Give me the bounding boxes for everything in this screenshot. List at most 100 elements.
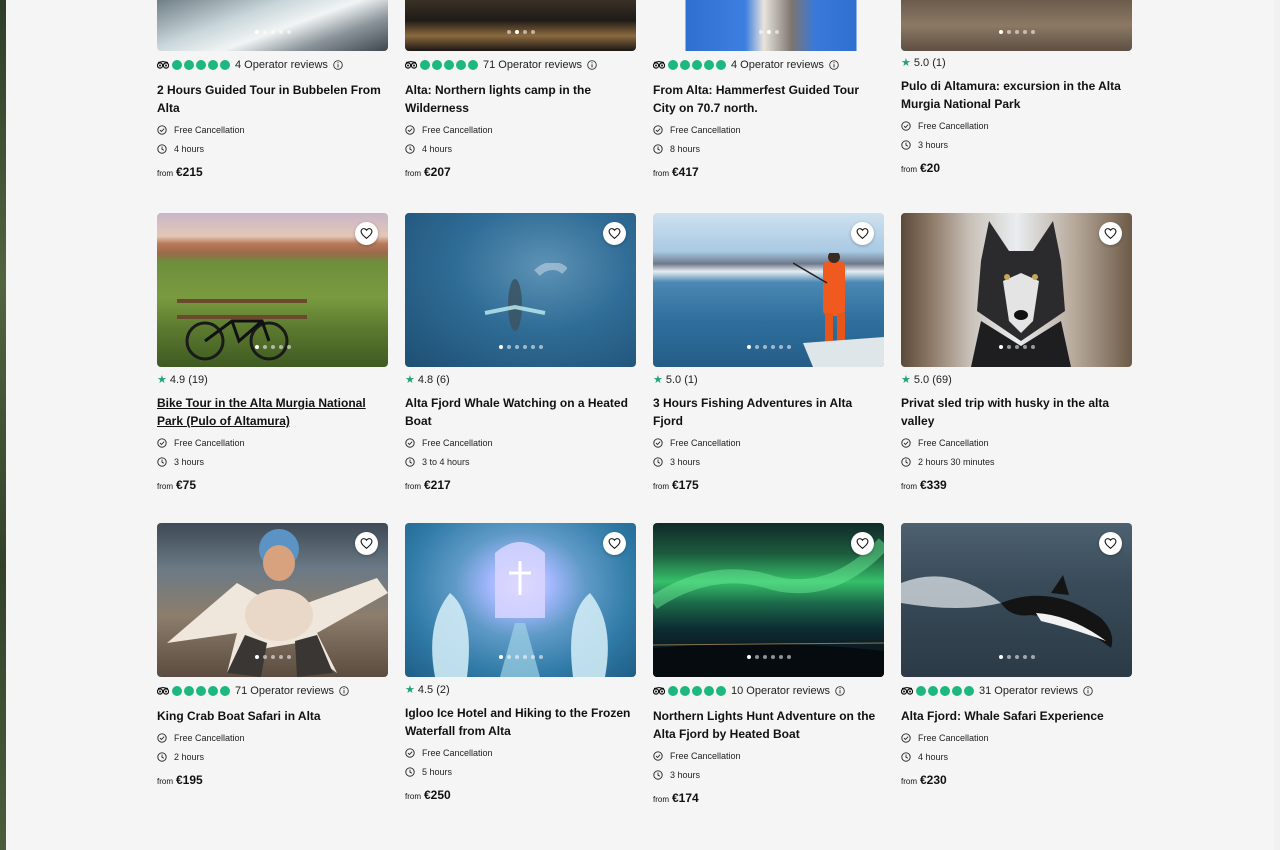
image-carousel-dots[interactable] (254, 655, 291, 659)
rating-text: 71 Operator reviews (235, 685, 335, 697)
favorite-button[interactable] (851, 532, 874, 555)
image-carousel-dots[interactable] (998, 655, 1035, 659)
price: from €250 (405, 788, 451, 802)
free-cancellation: Free Cancellation (901, 437, 1132, 449)
clock-icon (653, 457, 663, 467)
clock-icon (157, 144, 167, 154)
favorite-button[interactable] (1099, 532, 1122, 555)
favorite-button[interactable] (851, 222, 874, 245)
activity-card[interactable]: ★ 5.0 (69) Privat sled trip with husky i… (901, 213, 1132, 492)
activity-title[interactable]: Bike Tour in the Alta Murgia National Pa… (157, 394, 388, 430)
rating-bubbles (420, 60, 478, 70)
heart-icon (360, 228, 373, 240)
check-circle-icon (901, 121, 911, 131)
rating-text: 4.8 (6) (417, 374, 450, 386)
info-icon[interactable] (829, 60, 839, 70)
rating: ★ 5.0 (1) (653, 373, 884, 387)
rating: 4 Operator reviews (157, 58, 388, 72)
image-carousel-dots[interactable] (746, 345, 791, 349)
activity-title[interactable]: 2 Hours Guided Tour in Bubbelen From Alt… (157, 81, 388, 117)
activity-image[interactable] (653, 213, 884, 367)
activity-title[interactable]: Alta: Northern lights camp in the Wilder… (405, 81, 636, 117)
favorite-button[interactable] (603, 532, 626, 555)
activity-title[interactable]: Northern Lights Hunt Adventure on the Al… (653, 707, 884, 743)
activity-card[interactable]: 71 Operator reviews Alta: Northern light… (405, 0, 636, 179)
price: from €217 (405, 478, 451, 492)
duration: 4 hours (405, 143, 636, 155)
activity-card[interactable]: 10 Operator reviews Northern Lights Hunt… (653, 523, 884, 805)
check-circle-icon (901, 438, 911, 448)
activity-card[interactable]: ★ 5.0 (1) 3 Hours Fishing Adventures in … (653, 213, 884, 492)
free-cancellation: Free Cancellation (653, 124, 884, 136)
activity-image[interactable] (405, 523, 636, 677)
image-carousel-dots[interactable] (498, 655, 543, 659)
activity-card[interactable]: 71 Operator reviews King Crab Boat Safar… (157, 523, 388, 787)
heart-icon (608, 538, 621, 550)
activity-image[interactable] (157, 0, 388, 51)
rating-text: 5.0 (1) (913, 57, 946, 69)
heart-icon (1104, 538, 1117, 550)
rating-text: 31 Operator reviews (979, 685, 1079, 697)
image-carousel-dots[interactable] (506, 30, 535, 34)
image-carousel-dots[interactable] (746, 655, 791, 659)
info-icon[interactable] (339, 686, 349, 696)
favorite-button[interactable] (355, 532, 378, 555)
activity-card[interactable]: 4 Operator reviews 2 Hours Guided Tour i… (157, 0, 388, 179)
activity-card[interactable]: ★ 4.9 (19) Bike Tour in the Alta Murgia … (157, 213, 388, 492)
star-icon: ★ (405, 373, 415, 386)
rating-text: 5.0 (69) (913, 374, 952, 386)
activity-card[interactable]: ★ 5.0 (1) Pulo di Altamura: excursion in… (901, 0, 1132, 175)
image-carousel-dots[interactable] (998, 30, 1035, 34)
image-carousel-dots[interactable] (498, 345, 543, 349)
activity-title[interactable]: Alta Fjord: Whale Safari Experience (901, 707, 1132, 725)
activity-title[interactable]: Igloo Ice Hotel and Hiking to the Frozen… (405, 704, 636, 740)
bicycle-illustration (177, 299, 307, 361)
rating: ★ 5.0 (69) (901, 373, 1132, 387)
activity-image[interactable] (157, 523, 388, 677)
rating-bubbles (668, 686, 726, 696)
favorite-button[interactable] (603, 222, 626, 245)
activity-title[interactable]: King Crab Boat Safari in Alta (157, 707, 388, 725)
activity-image[interactable] (405, 0, 636, 51)
info-icon[interactable] (1083, 686, 1093, 696)
activity-card[interactable]: 4 Operator reviews From Alta: Hammerfest… (653, 0, 884, 179)
activity-title[interactable]: Alta Fjord Whale Watching on a Heated Bo… (405, 394, 636, 430)
favorite-button[interactable] (1099, 222, 1122, 245)
clock-icon (901, 140, 911, 150)
activity-title[interactable]: Pulo di Altamura: excursion in the Alta … (901, 77, 1132, 113)
free-cancellation: Free Cancellation (653, 750, 884, 762)
rating: 31 Operator reviews (901, 684, 1132, 698)
activity-card[interactable]: 31 Operator reviews Alta Fjord: Whale Sa… (901, 523, 1132, 787)
activity-image[interactable] (653, 523, 884, 677)
image-carousel-dots[interactable] (998, 345, 1035, 349)
image-carousel-dots[interactable] (254, 345, 291, 349)
check-circle-icon (157, 125, 167, 135)
info-icon[interactable] (333, 60, 343, 70)
check-circle-icon (653, 751, 663, 761)
free-cancellation: Free Cancellation (405, 124, 636, 136)
activity-image[interactable] (653, 0, 884, 51)
background-edge-right (1274, 0, 1280, 850)
rating: ★ 5.0 (1) (901, 56, 1132, 70)
activity-title[interactable]: From Alta: Hammerfest Guided Tour City o… (653, 81, 884, 117)
activity-image[interactable] (157, 213, 388, 367)
info-icon[interactable] (835, 686, 845, 696)
activity-title[interactable]: 3 Hours Fishing Adventures in Alta Fjord (653, 394, 884, 430)
price: from €75 (157, 478, 197, 492)
price: from €195 (157, 773, 203, 787)
favorite-button[interactable] (355, 222, 378, 245)
activity-image[interactable] (405, 213, 636, 367)
duration: 3 hours (653, 456, 884, 468)
activity-title[interactable]: Privat sled trip with husky in the alta … (901, 394, 1132, 430)
rating-text: 5.0 (1) (665, 374, 698, 386)
rating: ★ 4.5 (2) (405, 683, 636, 697)
activity-results-grid: 4 Operator reviews 2 Hours Guided Tour i… (6, 0, 1274, 850)
activity-image[interactable] (901, 523, 1132, 677)
activity-card[interactable]: ★ 4.5 (2) Igloo Ice Hotel and Hiking to … (405, 523, 636, 802)
activity-card[interactable]: ★ 4.8 (6) Alta Fjord Whale Watching on a… (405, 213, 636, 492)
activity-image[interactable] (901, 213, 1132, 367)
image-carousel-dots[interactable] (758, 30, 779, 34)
activity-image[interactable] (901, 0, 1132, 51)
info-icon[interactable] (587, 60, 597, 70)
image-carousel-dots[interactable] (254, 30, 291, 34)
